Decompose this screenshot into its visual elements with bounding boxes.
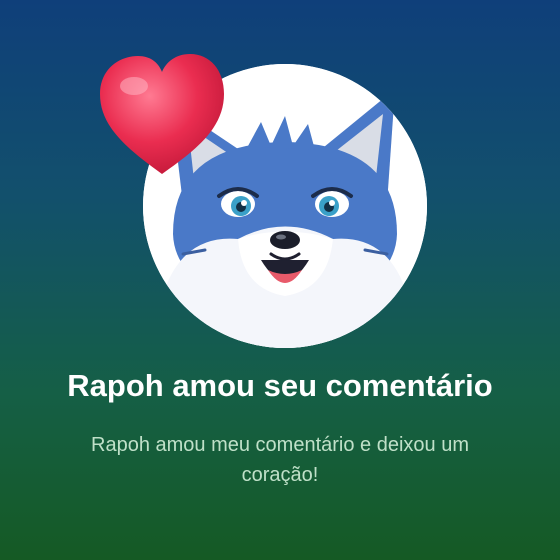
notification-title: Rapoh amou seu comentário <box>67 368 493 403</box>
love-reaction-card: Rapoh amou seu comentário Rapoh amou meu… <box>0 0 560 560</box>
heart-icon <box>96 50 228 180</box>
notification-message: Rapoh amou meu comentário e deixou um co… <box>91 434 469 486</box>
